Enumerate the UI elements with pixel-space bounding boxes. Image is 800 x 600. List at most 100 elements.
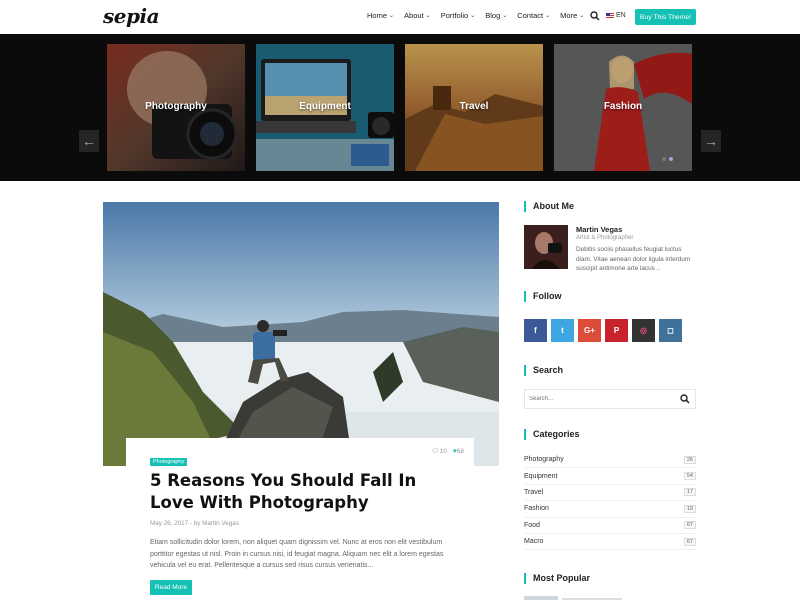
- nav-item-blog[interactable]: Blog ⌄: [485, 11, 507, 20]
- facebook-icon: f: [534, 326, 537, 335]
- author-role: Artist & Photographer: [576, 235, 634, 241]
- site-logo[interactable]: sepia: [103, 4, 160, 28]
- post-title[interactable]: 5 Reasons You Should Fall In Love With P…: [150, 470, 460, 514]
- arrow-right-icon: →: [704, 133, 718, 149]
- slide-label: Fashion: [603, 101, 643, 112]
- category-name: Macro: [524, 538, 544, 546]
- nav-item-label: Blog: [485, 11, 501, 20]
- nav-item-label: About: [404, 11, 424, 20]
- author-name: Martin Vegas: [576, 225, 623, 234]
- slider-next-button[interactable]: →: [701, 130, 721, 152]
- nav-item-home[interactable]: Home ⌄: [367, 11, 394, 20]
- comments-value: 10: [439, 448, 447, 455]
- category-count: 26: [683, 455, 696, 464]
- category-item[interactable]: Fashion 19: [524, 501, 696, 518]
- category-count: 67: [683, 537, 696, 546]
- category-item[interactable]: Travel 17: [524, 485, 696, 502]
- search-icon[interactable]: [590, 11, 600, 21]
- twitter-button[interactable]: t: [551, 319, 574, 342]
- slide-travel[interactable]: Travel: [405, 44, 543, 171]
- slider-prev-button[interactable]: ←: [79, 130, 99, 152]
- google-plus-icon: G+: [584, 326, 595, 335]
- widget-title-categories: Categories: [524, 429, 580, 440]
- avatar-image: [524, 225, 568, 269]
- comments-count[interactable]: 💬︎10: [431, 447, 447, 455]
- instagram-icon: ◻: [667, 326, 674, 335]
- slide-photography[interactable]: Photography: [107, 44, 245, 171]
- language-label: EN: [616, 12, 626, 19]
- nav-item-label: More: [560, 11, 578, 20]
- nav-item-about[interactable]: About ⌄: [404, 11, 431, 20]
- site-header: sepia Home ⌄ About ⌄ Portfolio ⌄ Blog ⌄ Cont…: [0, 0, 800, 34]
- category-count: 54: [683, 472, 696, 481]
- arrow-left-icon: ←: [82, 133, 96, 149]
- comment-icon: 💬︎: [431, 448, 440, 455]
- widget-title-popular: Most Popular: [524, 573, 590, 584]
- social-links: f t G+ P ◎ ◻: [524, 319, 682, 342]
- slider-dot[interactable]: [662, 157, 666, 161]
- post-featured-image[interactable]: [103, 202, 499, 466]
- category-count: 19: [683, 504, 696, 513]
- category-name: Equipment: [524, 472, 558, 480]
- nav-item-label: Portfolio: [440, 11, 469, 20]
- widget-title-follow: Follow: [524, 291, 562, 302]
- google-plus-button[interactable]: G+: [578, 319, 601, 342]
- likes-count[interactable]: ♥68: [453, 448, 464, 455]
- slide-label: Travel: [459, 101, 489, 112]
- read-more-button[interactable]: Read More: [150, 580, 192, 595]
- slide-fashion[interactable]: Fashion: [554, 44, 692, 171]
- post-category-badge[interactable]: Photography: [150, 458, 188, 466]
- dribbble-button[interactable]: ◎: [632, 319, 655, 342]
- main-nav: Home ⌄ About ⌄ Portfolio ⌄ Blog ⌄ Contact ⌄ M…: [367, 11, 594, 20]
- chevron-down-icon: ⌄: [425, 13, 431, 19]
- slide-equipment[interactable]: Equipment: [256, 44, 394, 171]
- nav-item-more[interactable]: More ⌄: [560, 11, 584, 20]
- post-image-art: [103, 202, 499, 466]
- post-stats: 💬︎10 ♥68: [431, 447, 464, 456]
- pinterest-icon: P: [613, 326, 620, 335]
- chevron-down-icon: ⌄: [545, 13, 551, 19]
- popular-post-thumb[interactable]: [524, 596, 558, 600]
- chevron-down-icon: ⌄: [502, 13, 508, 19]
- likes-value: 68: [456, 447, 464, 455]
- nav-item-portfolio[interactable]: Portfolio ⌄: [441, 11, 476, 20]
- nav-item-contact[interactable]: Contact ⌄: [517, 11, 550, 20]
- author-avatar[interactable]: [524, 225, 568, 269]
- category-name: Fashion: [524, 505, 549, 513]
- category-name: Food: [524, 521, 540, 529]
- category-count: 17: [683, 488, 696, 497]
- language-switcher[interactable]: EN: [606, 12, 626, 19]
- facebook-button[interactable]: f: [524, 319, 547, 342]
- category-item[interactable]: Equipment 54: [524, 468, 696, 485]
- post-meta: May 26, 2017 - by Martin Vegas: [150, 520, 239, 527]
- post-card: 💬︎10 ♥68 Photography 5 Reasons You Shoul…: [126, 438, 474, 600]
- slider-dot-active[interactable]: [669, 157, 673, 161]
- chevron-down-icon: ⌄: [470, 13, 476, 19]
- featured-slider: Photography Equipment Travel Fashion ← →: [0, 34, 800, 181]
- nav-item-label: Contact: [517, 11, 544, 20]
- widget-title-search: Search: [524, 365, 563, 376]
- chevron-down-icon: ⌄: [389, 13, 395, 19]
- flag-icon: [606, 13, 614, 18]
- category-count: 67: [683, 521, 696, 530]
- search-input[interactable]: [529, 393, 669, 405]
- chevron-down-icon: ⌄: [579, 13, 585, 19]
- search-icon[interactable]: [680, 394, 690, 404]
- buy-theme-button[interactable]: Buy This Theme!: [635, 9, 696, 25]
- instagram-button[interactable]: ◻: [659, 319, 682, 342]
- author-bio: Debitis sociis phasellus feugiat luctus …: [576, 246, 691, 272]
- slide-label: Photography: [145, 101, 207, 112]
- nav-item-label: Home: [367, 11, 388, 20]
- category-name: Photography: [524, 456, 564, 464]
- category-name: Travel: [524, 488, 544, 496]
- popular-posts-list: [524, 596, 696, 600]
- category-item[interactable]: Photography 26: [524, 452, 696, 469]
- slide-label: Equipment: [299, 101, 351, 112]
- slider-pagination: [662, 157, 673, 161]
- pinterest-button[interactable]: P: [605, 319, 628, 342]
- twitter-icon: t: [561, 326, 564, 335]
- category-list: Photography 26 Equipment 54 Travel 17 Fashi…: [524, 452, 696, 551]
- post-excerpt: Etiam sollicitudin dolor lorem, non aliq…: [150, 539, 444, 569]
- category-item[interactable]: Macro 67: [524, 534, 696, 551]
- category-item[interactable]: Food 67: [524, 518, 696, 534]
